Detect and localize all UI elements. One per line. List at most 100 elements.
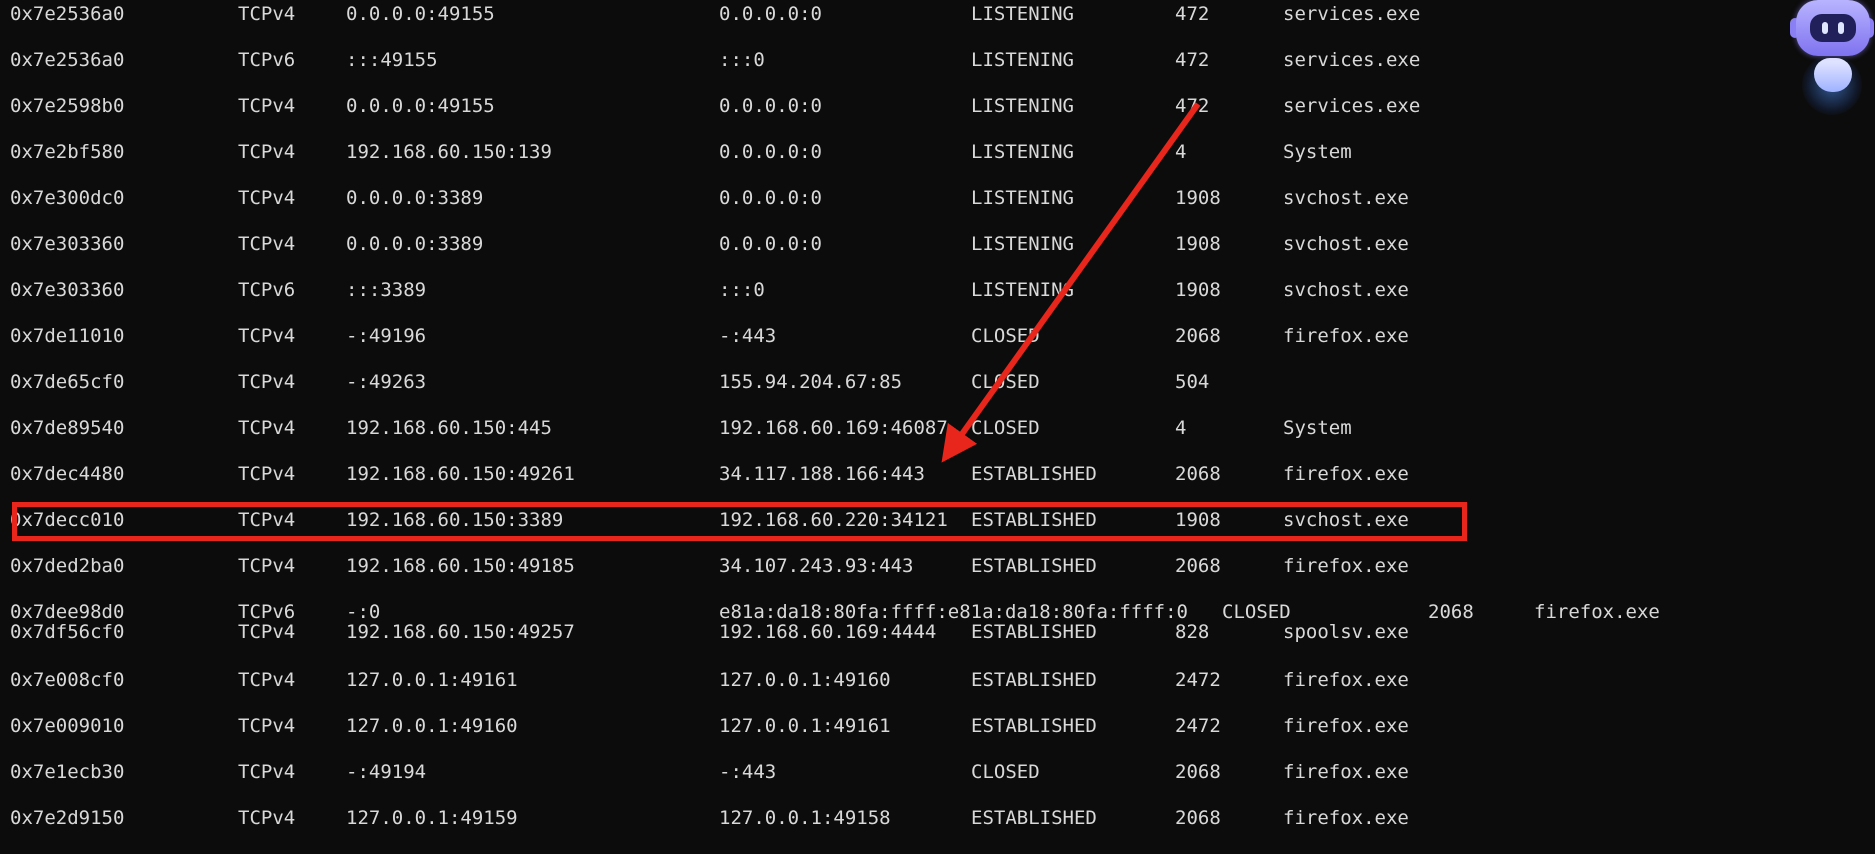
cell-proto: TCPv4 xyxy=(238,463,296,485)
cell-local: 127.0.0.1:49161 xyxy=(346,669,518,691)
cell-state: LISTENING xyxy=(971,95,1074,117)
cell-state: LISTENING xyxy=(971,141,1074,163)
cell-state: CLOSED xyxy=(971,371,1040,393)
connection-row: 0x7de65cf0 TCPv4 -:49263 155.94.204.67:85 CL… xyxy=(0,370,1875,394)
cell-owner: firefox.exe xyxy=(1283,761,1409,783)
cell-pid: 472 xyxy=(1175,95,1210,117)
cell-state: LISTENING xyxy=(971,3,1074,25)
cell-local: -:49263 xyxy=(346,371,427,393)
cell-offset: 0x7dec4480 xyxy=(10,463,125,485)
cell-foreign: -:443 xyxy=(719,761,777,783)
cell-state: LISTENING xyxy=(971,279,1074,301)
cell-local: 0.0.0.0:49155 xyxy=(346,95,495,117)
connection-row: 0x7e300dc0 TCPv4 0.0.0.0:3389 0.0.0.0:0 LIST… xyxy=(0,186,1875,210)
cell-foreign: 0.0.0.0:0 xyxy=(719,187,822,209)
cell-pid: 2068 xyxy=(1175,807,1221,829)
cell-proto: TCPv4 xyxy=(238,95,296,117)
cell-offset: 0x7e2d9150 xyxy=(10,807,125,829)
cell-local: 192.168.60.150:49261 xyxy=(346,463,575,485)
cell-proto: TCPv6 xyxy=(238,279,296,301)
cell-foreign: -:443 xyxy=(719,325,777,347)
cell-owner: firefox.exe xyxy=(1283,807,1409,829)
terminal-output: 0x7e2536a0 TCPv4 0.0.0.0:49155 0.0.0.0:0 LIS… xyxy=(0,0,1875,854)
connection-row: 0x7e2536a0 TCPv4 0.0.0.0:49155 0.0.0.0:0 LIS… xyxy=(0,2,1875,26)
connection-row: 0x7e1ecb30 TCPv4 -:49194 -:443 CLOSED 2068 fir… xyxy=(0,760,1875,784)
cell-offset: 0x7df56cf0 xyxy=(10,621,125,643)
connection-row: 0x7e303360 TCPv6:::3389:::0 LISTENING 1908 s… xyxy=(0,278,1875,302)
cell-proto: TCPv4 xyxy=(238,187,296,209)
connection-row: 0x7e009010 TCPv4 127.0.0.1:49160 127.0.0.1:… xyxy=(0,714,1875,738)
cell-proto: TCPv4 xyxy=(238,669,296,691)
cell-foreign: 34.117.188.166:443 xyxy=(719,463,925,485)
cell-state: CLOSED xyxy=(971,761,1040,783)
cell-foreign: 0.0.0.0:0 xyxy=(719,3,822,25)
cell-state: ESTABLISHED xyxy=(971,463,1097,485)
cell-offset: 0x7e303360 xyxy=(10,233,125,255)
cell-foreign: 34.107.243.93:443 xyxy=(719,555,914,577)
cell-foreign: 192.168.60.169:46087 xyxy=(719,417,948,439)
cell-pid: 2068 xyxy=(1175,325,1221,347)
cell-pid: 2068 xyxy=(1175,761,1221,783)
cell-state: CLOSED xyxy=(971,325,1040,347)
cell-local: 0.0.0.0:3389 xyxy=(346,187,484,209)
cell-owner: firefox.exe xyxy=(1283,325,1409,347)
cell-foreign: :::0 xyxy=(719,279,765,301)
cell-foreign: 155.94.204.67:85 xyxy=(719,371,903,393)
connection-row: 0x7e2536a0 TCPv6:::49155:::0 LISTENING 472 s… xyxy=(0,48,1875,72)
cell-owner: services.exe xyxy=(1283,95,1421,117)
cell-local: 0.0.0.0:3389 xyxy=(346,233,484,255)
connection-row: 0x7e2bf580 TCPv4 192.168.60.150:139 0.0.0.0… xyxy=(0,140,1875,164)
cell-local: 192.168.60.150:139 xyxy=(346,141,552,163)
cell-pid: 2068 xyxy=(1175,555,1221,577)
cell-local: :::3389 xyxy=(346,279,427,301)
cell-foreign: :::0 xyxy=(719,49,765,71)
cell-foreign: 0.0.0.0:0 xyxy=(719,141,822,163)
cell-offset: 0x7de89540 xyxy=(10,417,125,439)
cell-pid: 1908 xyxy=(1175,279,1221,301)
cell-owner: System xyxy=(1283,417,1352,439)
cell-pid: 1908 xyxy=(1175,233,1221,255)
cell-owner: firefox.exe xyxy=(1283,555,1409,577)
cell-state: ESTABLISHED xyxy=(971,555,1097,577)
robot-mascot-icon[interactable] xyxy=(1790,0,1875,120)
cell-state: LISTENING xyxy=(971,233,1074,255)
cell-offset: 0x7e303360 xyxy=(10,279,125,301)
cell-state: LISTENING xyxy=(971,187,1074,209)
cell-owner: svchost.exe xyxy=(1283,187,1409,209)
cell-proto: TCPv4 xyxy=(238,417,296,439)
cell-owner: System xyxy=(1283,141,1352,163)
cell-owner: firefox.exe xyxy=(1283,463,1409,485)
cell-pid: 4 xyxy=(1175,417,1187,439)
connection-row: 0x7e008cf0 TCPv4 127.0.0.1:49161 127.0.0.1:… xyxy=(0,668,1875,692)
cell-state: ESTABLISHED xyxy=(971,621,1097,643)
cell-owner: services.exe xyxy=(1283,3,1421,25)
highlight-box xyxy=(12,502,1467,541)
cell-offset: 0x7e008cf0 xyxy=(10,669,125,691)
cell-pid: 828 xyxy=(1175,621,1210,643)
cell-pid: 1908 xyxy=(1175,187,1221,209)
cell-foreign: 0.0.0.0:0 xyxy=(719,233,822,255)
cell-pid: 504 xyxy=(1175,371,1210,393)
cell-local: -:49194 xyxy=(346,761,427,783)
cell-offset: 0x7e2598b0 xyxy=(10,95,125,117)
connection-row: 0x7df56cf0 TCPv4 192.168.60.150:49257 192.1… xyxy=(0,620,1875,644)
cell-state: ESTABLISHED xyxy=(971,715,1097,737)
cell-owner: svchost.exe xyxy=(1283,279,1409,301)
cell-state: LISTENING xyxy=(971,49,1074,71)
connection-row: 0x7de11010 TCPv4 -:49196 -:443 CLOSED 2068 fir… xyxy=(0,324,1875,348)
connection-row: 0x7ded2ba0 TCPv4 192.168.60.150:49185 34.10… xyxy=(0,554,1875,578)
cell-local: 127.0.0.1:49160 xyxy=(346,715,518,737)
cell-offset: 0x7e009010 xyxy=(10,715,125,737)
cell-pid: 2068 xyxy=(1175,463,1221,485)
cell-local: 192.168.60.150:49185 xyxy=(346,555,575,577)
cell-foreign: 127.0.0.1:49160 xyxy=(719,669,891,691)
cell-offset: 0x7e2bf580 xyxy=(10,141,125,163)
cell-offset: 0x7e1ecb30 xyxy=(10,761,125,783)
cell-pid: 472 xyxy=(1175,49,1210,71)
cell-local: 192.168.60.150:49257 xyxy=(346,621,575,643)
cell-offset: 0x7e300dc0 xyxy=(10,187,125,209)
cell-proto: TCPv4 xyxy=(238,233,296,255)
cell-offset: 0x7de65cf0 xyxy=(10,371,125,393)
cell-proto: TCPv4 xyxy=(238,555,296,577)
cell-owner: firefox.exe xyxy=(1283,715,1409,737)
